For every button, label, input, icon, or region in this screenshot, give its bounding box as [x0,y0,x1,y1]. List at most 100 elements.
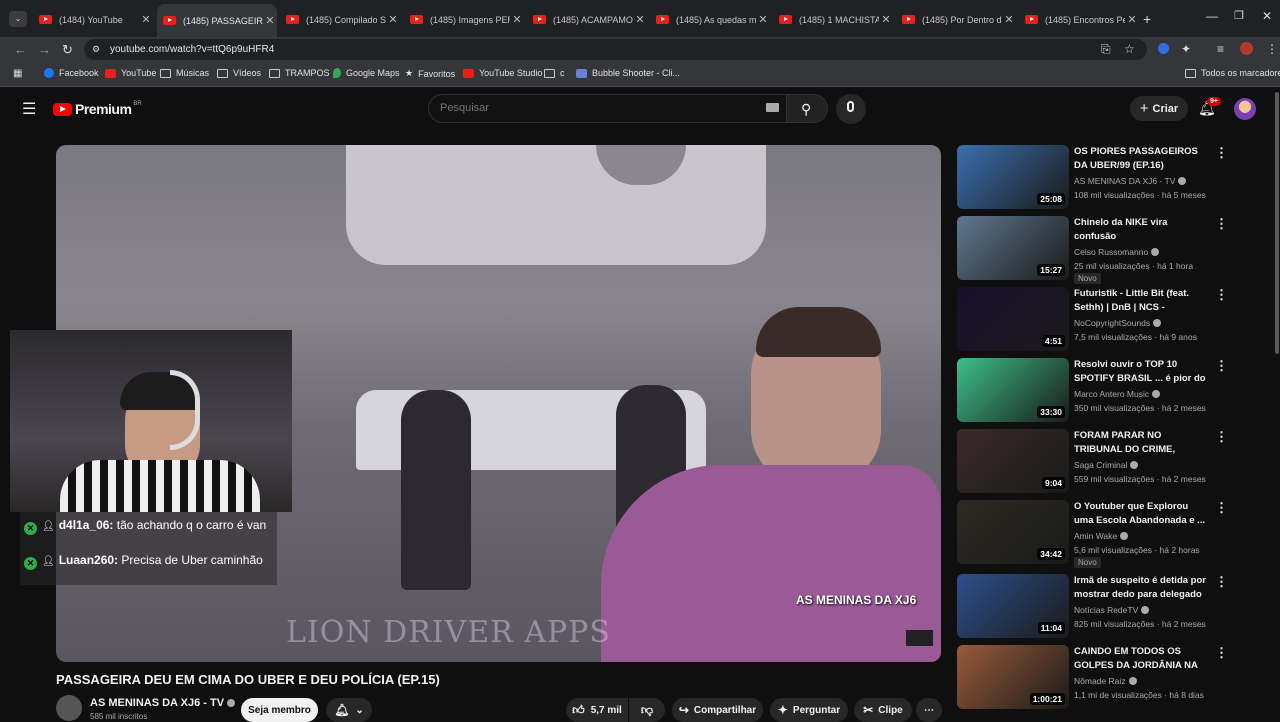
more-options-icon[interactable]: ⋮ [1215,429,1228,445]
browser-tab[interactable]: (1485) Compilado So ✕ [280,6,400,33]
close-tab-icon[interactable]: ✕ [756,13,770,26]
recommended-video[interactable]: 15:27 Chinelo da NIKE vira confusão Celso … [957,216,1247,284]
bookmark-item[interactable]: TRAMPOS [269,68,330,78]
bookmark-item[interactable]: Google Maps [333,68,400,78]
search-input[interactable] [440,100,740,116]
extensions-puzzle-icon[interactable]: ✦ [1181,42,1191,56]
keyboard-icon[interactable] [766,103,779,112]
url-text[interactable]: youtube.com/watch?v=ttQ6p9uHFR4 [110,44,274,55]
minimize-icon[interactable]: — [1206,9,1218,23]
install-app-icon[interactable]: ⎘ [1101,42,1111,57]
recommended-channel[interactable]: Nômade Raiz [1074,676,1137,686]
close-tab-icon[interactable]: ✕ [510,13,524,26]
reading-list-icon[interactable]: ≡ [1217,42,1224,56]
recommended-title[interactable]: Resolvi ouvir o TOP 10 SPOTIFY BRASIL ..… [1074,358,1209,386]
site-info-icon[interactable]: ⚙ [92,44,100,55]
page-scrollbar[interactable] [1275,92,1279,354]
clip-button[interactable]: ✂ Clipe [854,698,912,722]
video-thumbnail[interactable]: 33:30 [957,358,1069,422]
more-options-icon[interactable]: ⋮ [1215,145,1228,161]
recommended-channel[interactable]: Saga Criminal [1074,460,1139,470]
browser-tab[interactable]: (1484) YouTube ✕ [33,6,153,33]
recommended-channel[interactable]: NoCopyrightSounds [1074,318,1162,328]
browser-tab[interactable]: (1485) Por Dentro da ✕ [896,6,1016,33]
browser-tab[interactable]: (1485) PASSAGEIRA D✕ [157,4,277,37]
recommended-title[interactable]: Chinelo da NIKE vira confusão [1074,216,1209,244]
video-thumbnail[interactable]: 34:42 [957,500,1069,564]
reload-icon[interactable]: ↻ [62,42,73,58]
bookmark-item[interactable]: Bubble Shooter - Cli... [576,68,680,78]
extension-icon-blue[interactable] [1158,43,1169,54]
recommended-title[interactable]: O Youtuber que Explorou uma Escola Aband… [1074,500,1209,528]
ask-button[interactable]: ✦ Perguntar [770,698,848,722]
bookmark-item[interactable]: YouTube Studio [463,68,542,78]
recommended-channel[interactable]: Celso Russomanno [1074,247,1160,257]
browser-tab[interactable]: (1485) Imagens PERT✕ [404,6,524,33]
more-options-icon[interactable]: ⋮ [1215,500,1228,516]
recommended-video[interactable]: 1:00:21 CAINDO EM TODOS OS GOLPES DA JORD… [957,645,1247,712]
browser-tab[interactable]: (1485) ACAMPAMOS ✕ [527,6,647,33]
more-actions-button[interactable]: ⋯ [916,698,942,722]
close-tab-icon[interactable]: ✕ [263,14,277,27]
search-button[interactable]: ⚲ [786,94,828,123]
browser-tab[interactable]: (1485) Encontros Per ✕ [1019,6,1139,33]
bookmark-item[interactable]: c [544,68,565,78]
recommended-video[interactable]: 4:51 Futuristik - Little Bit (feat. Sethh… [957,287,1247,354]
bookmark-item[interactable]: YouTube [105,68,156,78]
new-tab-icon[interactable]: + [1143,11,1151,27]
channel-avatar[interactable] [56,695,82,721]
apps-grid-icon[interactable]: ▦ [13,68,22,79]
close-window-icon[interactable]: ✕ [1262,9,1272,23]
all-bookmarks[interactable]: Todos os marcadores [1185,68,1280,78]
join-button[interactable]: Seja membro [241,698,318,722]
browser-tab[interactable]: (1485) 1 MACHISTA V✕ [773,6,893,33]
more-options-icon[interactable]: ⋮ [1215,645,1228,661]
more-options-icon[interactable]: ⋮ [1215,216,1228,232]
more-options-icon[interactable]: ⋮ [1215,358,1228,374]
bookmark-star-icon[interactable]: ☆ [1124,42,1135,56]
share-button[interactable]: ↪ Compartilhar [672,698,763,722]
more-options-icon[interactable]: ⋮ [1215,574,1228,590]
close-tab-icon[interactable]: ✕ [386,13,400,26]
video-thumbnail[interactable]: 25:08 [957,145,1069,209]
recommended-title[interactable]: OS PIORES PASSAGEIROS DA UBER/99 (EP.16) [1074,145,1209,173]
recommended-channel[interactable]: Notícias RedeTV [1074,605,1150,615]
like-button[interactable]: 👍︎ 5,7 mil [566,698,628,722]
youtube-logo[interactable]: Premium BR [53,101,142,117]
bookmark-item[interactable]: Músicas [160,68,209,78]
video-thumbnail[interactable]: 9:04 [957,429,1069,493]
subscribed-notifications-button[interactable]: 🔔︎ ⌄ [326,698,372,722]
recommended-channel[interactable]: Amin Wake [1074,531,1129,541]
close-tab-icon[interactable]: ✕ [633,13,647,26]
close-tab-icon[interactable]: ✕ [139,13,153,26]
tab-search-button[interactable]: ⌄ [9,11,27,27]
bookmark-item[interactable]: Vídeos [217,68,261,78]
recommended-video[interactable]: 11:04 Irmã de suspeito é detida por mostr… [957,574,1247,641]
forward-icon[interactable]: → [38,42,51,57]
recommended-title[interactable]: Futuristik - Little Bit (feat. Sethh) | … [1074,287,1209,315]
recommended-channel[interactable]: Marco Antero Music [1074,389,1161,399]
video-thumbnail[interactable]: 15:27 [957,216,1069,280]
back-icon[interactable]: ← [14,42,27,57]
restore-icon[interactable]: ❐ [1234,9,1244,22]
recommended-video[interactable]: 33:30 Resolvi ouvir o TOP 10 SPOTIFY BRAS… [957,358,1247,425]
recommended-title[interactable]: FORAM PARAR NO TRIBUNAL DO CRIME, AMBAS … [1074,429,1209,457]
create-button[interactable]: + Criar [1130,96,1188,121]
bookmark-item[interactable]: ★ Favoritos [405,68,455,79]
video-thumbnail[interactable]: 1:00:21 [957,645,1069,709]
account-avatar[interactable] [1234,98,1256,120]
dislike-button[interactable]: 👎︎ [629,698,665,722]
channel-name[interactable]: AS MENINAS DA XJ6 - TV [90,697,236,709]
video-thumbnail[interactable]: 11:04 [957,574,1069,638]
more-options-icon[interactable]: ⋮ [1215,287,1228,303]
close-tab-icon[interactable]: ✕ [1125,13,1139,26]
hamburger-menu-icon[interactable]: ☰ [22,99,36,119]
recommended-channel[interactable]: AS MENINAS DA XJ6 - TV [1074,176,1187,186]
recommended-title[interactable]: CAINDO EM TODOS OS GOLPES DA JORDÂNIA NA… [1074,645,1209,673]
browser-menu-icon[interactable]: ⋮ [1266,42,1278,56]
profile-avatar[interactable] [1240,42,1253,55]
close-tab-icon[interactable]: ✕ [1002,13,1016,26]
video-thumbnail[interactable]: 4:51 [957,287,1069,351]
recommended-title[interactable]: Irmã de suspeito é detida por mostrar de… [1074,574,1209,602]
close-tab-icon[interactable]: ✕ [879,13,893,26]
